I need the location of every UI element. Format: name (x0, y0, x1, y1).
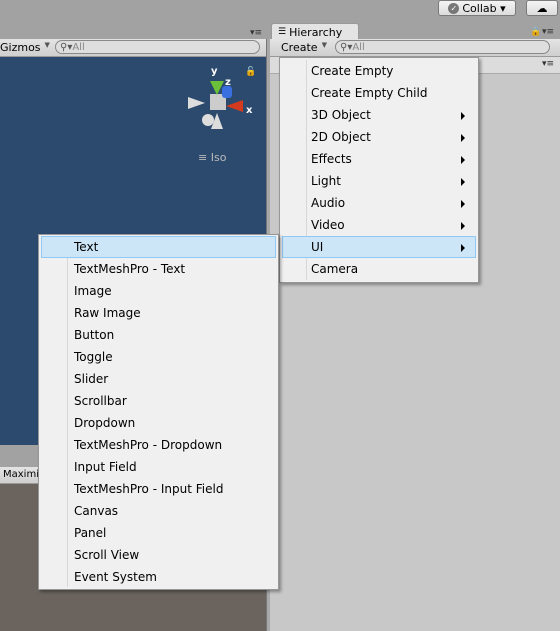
menu-item-ui[interactable]: UI (282, 236, 476, 258)
menu-item-label: Image (74, 284, 112, 298)
ui-item-textmeshpro-dropdown[interactable]: TextMeshPro - Dropdown (41, 434, 276, 456)
submenu-arrow-icon (461, 200, 465, 208)
maximize-on-play-button[interactable]: Maximi (3, 469, 39, 480)
scene-options-icon[interactable]: ▾≡ (542, 59, 554, 69)
x-axis-label: x (246, 105, 253, 116)
menu-item-create-empty[interactable]: Create Empty (282, 60, 476, 82)
ui-item-event-system[interactable]: Event System (41, 566, 276, 588)
hierarchy-tab[interactable]: ☰ Hierarchy (271, 23, 359, 40)
hierarchy-search-input[interactable]: ⚲▾ All (335, 40, 550, 54)
gizmos-label: Gizmos (0, 41, 41, 54)
ui-item-toggle[interactable]: Toggle (41, 346, 276, 368)
cloud-button[interactable]: ☁ (526, 0, 558, 16)
hierarchy-tab-label: Hierarchy (289, 25, 343, 39)
ui-item-scrollbar[interactable]: Scrollbar (41, 390, 276, 412)
hierarchy-toolbar: Create ▼ ⚲▾ All (270, 39, 560, 57)
projection-toggle[interactable]: ≡ Iso (198, 151, 226, 164)
hierarchy-icon: ☰ (278, 27, 287, 37)
scene-toolbar: Gizmos ▼ ⚲▾ All (0, 39, 266, 57)
menu-item-label: Audio (311, 196, 346, 210)
ui-item-image[interactable]: Image (41, 280, 276, 302)
ui-item-raw-image[interactable]: Raw Image (41, 302, 276, 324)
x-axis-cone[interactable] (226, 100, 243, 112)
submenu-arrow-icon (461, 156, 465, 164)
create-label: Create (281, 41, 318, 54)
menu-item-label: TextMeshPro - Text (74, 262, 186, 276)
menu-item-label: Panel (74, 526, 107, 540)
menu-item-label: Scrollbar (74, 394, 127, 408)
submenu-arrow-icon (461, 222, 465, 230)
check-circle-icon: ✓ (448, 2, 460, 14)
scene-menu-icon[interactable]: ▾≡ (250, 28, 262, 38)
menu-item-effects[interactable]: Effects (282, 148, 476, 170)
ui-item-text[interactable]: Text (41, 236, 276, 258)
search-placeholder: All (72, 41, 85, 53)
menu-item-video[interactable]: Video (282, 214, 476, 236)
hierarchy-menu-icon[interactable]: ▾≡ (542, 27, 554, 37)
menu-item-3d-object[interactable]: 3D Object (282, 104, 476, 126)
menu-item-label: 2D Object (311, 130, 371, 144)
scene-gizmo[interactable]: y z x (185, 66, 255, 139)
menu-item-label: Dropdown (74, 416, 136, 430)
ui-item-input-field[interactable]: Input Field (41, 456, 276, 478)
y-axis-label: y (211, 66, 218, 77)
submenu-arrow-icon (461, 134, 465, 142)
menu-item-label: UI (311, 240, 324, 254)
submenu-arrow-icon (461, 244, 465, 252)
menu-item-camera[interactable]: Camera (282, 258, 476, 280)
menu-item-label: Input Field (74, 460, 137, 474)
menu-item-label: TextMeshPro - Dropdown (74, 438, 223, 452)
menu-item-label: Video (311, 218, 345, 232)
menu-item-label: Toggle (74, 350, 113, 364)
hierarchy-lock-icon[interactable]: 🔒 (530, 27, 541, 37)
menu-item-label: Event System (74, 570, 157, 584)
submenu-arrow-icon (461, 178, 465, 186)
menu-item-label: Effects (311, 152, 352, 166)
menu-item-label: Camera (311, 262, 359, 276)
ui-item-button[interactable]: Button (41, 324, 276, 346)
menu-item-label: Scroll View (74, 548, 140, 562)
menu-item-label: Create Empty (311, 64, 394, 78)
collab-button[interactable]: ✓ Collab ▾ (438, 0, 516, 16)
ui-item-slider[interactable]: Slider (41, 368, 276, 390)
iso-label: Iso (210, 151, 227, 164)
search-placeholder: All (352, 41, 365, 53)
menu-item-label: Slider (74, 372, 109, 386)
menu-item-audio[interactable]: Audio (282, 192, 476, 214)
menu-icon: ≡ (198, 151, 211, 164)
ui-item-dropdown[interactable]: Dropdown (41, 412, 276, 434)
create-dropdown[interactable]: Create ▼ (281, 41, 327, 54)
z-axis-label: z (225, 77, 231, 88)
cloud-icon: ☁ (536, 1, 548, 15)
menu-item-label: Light (311, 174, 341, 188)
menu-item-label: Raw Image (74, 306, 141, 320)
menu-item-label: Canvas (74, 504, 119, 518)
scene-search-input[interactable]: ⚲▾ All (55, 40, 260, 54)
menu-item-label: TextMeshPro - Input Field (74, 482, 224, 496)
submenu-arrow-icon (461, 112, 465, 120)
menu-item-2d-object[interactable]: 2D Object (282, 126, 476, 148)
ui-submenu: Text TextMeshPro - Text Image Raw Image Butt… (38, 234, 279, 590)
create-menu: Create Empty Create Empty Child 3D Object 2… (279, 57, 479, 283)
ui-item-textmeshpro-input-field[interactable]: TextMeshPro - Input Field (41, 478, 276, 500)
gizmos-dropdown[interactable]: Gizmos ▼ (0, 41, 50, 54)
menu-item-light[interactable]: Light (282, 170, 476, 192)
ui-item-scroll-view[interactable]: Scroll View (41, 544, 276, 566)
ui-item-canvas[interactable]: Canvas (41, 500, 276, 522)
ui-item-panel[interactable]: Panel (41, 522, 276, 544)
ui-item-textmeshpro-text[interactable]: TextMeshPro - Text (41, 258, 276, 280)
menu-item-label: Create Empty Child (311, 86, 428, 100)
collab-label: Collab ▾ (462, 1, 506, 15)
menu-item-label: Button (74, 328, 115, 342)
menu-item-label: 3D Object (311, 108, 371, 122)
menu-item-create-empty-child[interactable]: Create Empty Child (282, 82, 476, 104)
menu-item-label: Text (74, 240, 99, 254)
